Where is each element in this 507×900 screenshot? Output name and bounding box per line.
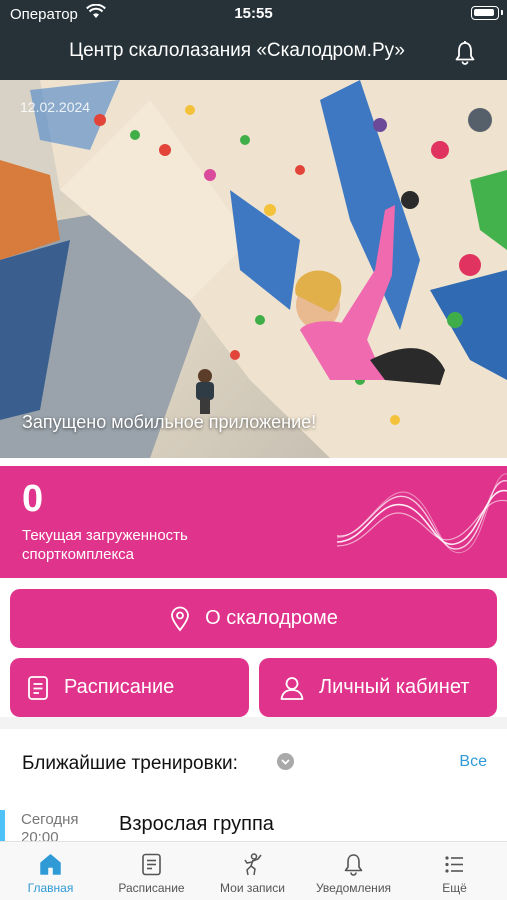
section-title: Ближайшие тренировки: [22, 753, 238, 774]
tab-label: Ещё [442, 881, 467, 895]
tab-my-bookings[interactable]: Мои записи [202, 842, 303, 900]
divider [0, 717, 507, 729]
bell-icon [341, 852, 366, 877]
tab-home[interactable]: Главная [0, 842, 101, 900]
notifications-bell-icon[interactable] [453, 40, 477, 66]
chevron-down-icon[interactable] [277, 753, 294, 770]
gym-load-value: 0 [22, 478, 44, 520]
schedule-button[interactable]: Расписание [10, 658, 249, 717]
gym-load-card: 0 Текущая загруженность спорткомплекса [0, 466, 507, 578]
climbing-wall-photo [0, 80, 507, 458]
tab-label: Уведомления [315, 881, 392, 895]
app-header: Оператор 15:55 Центр скалолазания «Скало… [0, 0, 507, 80]
personal-account-label: Личный кабинет [319, 676, 470, 698]
training-name: Взрослая группа [119, 813, 274, 835]
news-date: 12.02.2024 [20, 99, 91, 115]
about-gym-label: О скалодроме [205, 607, 338, 629]
home-icon [38, 852, 63, 877]
battery-icon [471, 6, 503, 20]
training-time: 20:00 [21, 829, 59, 841]
tab-label: Расписание [118, 881, 185, 895]
training-day: Сегодня [21, 811, 79, 828]
personal-account-button[interactable]: Личный кабинет [259, 658, 497, 717]
load-wave-graphic [337, 473, 507, 554]
status-time: 15:55 [234, 5, 273, 22]
schedule-label: Расписание [64, 676, 175, 698]
status-bar: Оператор 15:55 [0, 0, 507, 28]
climber-icon [240, 852, 265, 877]
bottom-tab-bar: Главная Расписание Мои записи Уведомлени… [0, 841, 507, 900]
location-pin-icon [169, 606, 191, 632]
news-caption: Запущено мобильное приложение! [22, 412, 317, 432]
about-gym-button[interactable]: О скалодроме [10, 589, 497, 648]
tab-schedule[interactable]: Расписание [101, 842, 202, 900]
page-title: Центр скалолазания «Скалодром.Ру» [69, 40, 405, 61]
document-icon [26, 675, 50, 701]
tab-notifications[interactable]: Уведомления [303, 842, 404, 900]
tab-more[interactable]: Ещё [404, 842, 505, 900]
tab-label: Мои записи [220, 881, 285, 895]
schedule-icon [139, 852, 164, 877]
user-icon [279, 675, 305, 701]
list-icon [442, 852, 467, 877]
gym-load-label: Текущая загруженность спорткомплекса [22, 527, 188, 563]
news-banner[interactable]: 12.02.2024 Запущено мобильное приложение… [0, 80, 507, 458]
all-trainings-link[interactable]: Все [459, 753, 487, 771]
upcoming-trainings-section: Ближайшие тренировки: Все Сегодня 20:00 … [0, 729, 507, 841]
training-indicator [0, 810, 5, 841]
tab-label: Главная [27, 881, 74, 895]
